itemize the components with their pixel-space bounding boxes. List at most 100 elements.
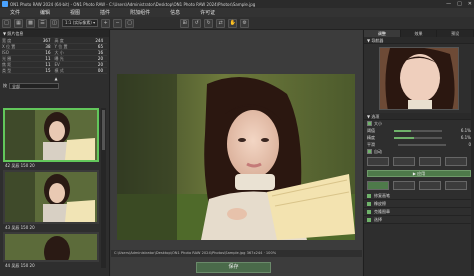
smooth-slider[interactable] xyxy=(397,143,446,146)
maximize-icon[interactable]: □ xyxy=(457,1,462,7)
list-icon[interactable]: ☰ xyxy=(38,18,47,28)
size-row: 大小 xyxy=(364,120,474,127)
size-checkbox[interactable] xyxy=(367,121,372,126)
status-bar: C:\Users\Administrator\Desktop\ON1 Photo… xyxy=(111,250,362,257)
tool-button[interactable] xyxy=(367,181,389,190)
settings-icon[interactable]: ⚙ xyxy=(240,18,250,28)
thumbnail-caption: 42 吴辰 150 20 xyxy=(5,163,35,168)
photo-info-header[interactable]: ▼ 照片信息 xyxy=(0,30,109,37)
slider-label: 平滑 xyxy=(367,141,375,147)
rotate-right-icon[interactable]: ↻ xyxy=(204,18,214,28)
mode-button[interactable] xyxy=(419,157,441,166)
tool-button[interactable] xyxy=(445,181,467,190)
sort-label: 按 xyxy=(3,82,7,88)
sort-select[interactable]: 全部 xyxy=(9,82,59,89)
precision-slider[interactable] xyxy=(393,136,442,139)
thumbnail-caption: 43 吴辰 150 20 xyxy=(5,225,35,230)
collapse-row[interactable]: ▲ xyxy=(0,75,109,82)
crop-icon[interactable]: ⊞ xyxy=(180,18,190,28)
tool-button[interactable] xyxy=(419,181,441,190)
save-icon[interactable]: ▦ xyxy=(14,18,23,28)
tab-effects[interactable]: 效果 xyxy=(400,30,438,37)
grid-icon[interactable]: ▩ xyxy=(26,18,35,28)
thumbnail-list: 42 吴辰 150 20 43 吴辰 150 20 44 吴辰 150 20 xyxy=(3,108,107,276)
slider-fill xyxy=(393,136,415,139)
auto-row: 自动 xyxy=(364,148,474,155)
menu-file[interactable]: 文件 xyxy=(0,9,30,16)
tool-item-icon xyxy=(367,201,371,206)
size-label: 大小 xyxy=(374,120,382,126)
hand-icon[interactable]: ✋ xyxy=(228,18,238,28)
thumbnail-scrollbar[interactable] xyxy=(101,108,106,268)
slider-row: 平滑 0 xyxy=(364,141,474,148)
menu-addons[interactable]: 附加组件 xyxy=(120,9,160,16)
zoom-in-icon[interactable]: + xyxy=(101,18,111,28)
tab-adjust[interactable]: 调整 xyxy=(364,30,401,37)
thumbnail-caption: 44 吴辰 150 20 xyxy=(5,263,35,268)
thumbnail-image xyxy=(5,110,97,160)
slider-fill xyxy=(393,129,411,132)
tool-item-icon xyxy=(367,217,371,222)
toolbar: □ ▦ ▩ ☰ ◫ 1:1 (实际像素) ▾ + − ▢ ⊞ ↺ ↻ ⇄ ✋ ⚙ xyxy=(0,17,474,30)
scrollbar-thumb[interactable] xyxy=(102,110,105,150)
tool-item-icon xyxy=(367,193,371,198)
auto-label: 自动 xyxy=(374,148,382,154)
apply-button[interactable]: ▶ 应用 xyxy=(367,170,471,177)
navigator-header[interactable]: ▼ 导航器 xyxy=(364,37,474,44)
collapse-icon[interactable]: ▲ xyxy=(54,76,57,81)
main-photo-image xyxy=(117,74,355,240)
slider-label: 精度 xyxy=(367,134,375,140)
canvas-area: C:\Users\Administrator\Desktop\ON1 Photo… xyxy=(111,30,362,276)
close-icon[interactable]: ✕ xyxy=(468,1,472,7)
thumbnail[interactable] xyxy=(3,232,99,262)
info-item: 类 型 15 xyxy=(2,68,55,74)
tool-buttons xyxy=(364,179,474,192)
window-title: ON1 Photo RAW 2024 (64-bit) - ON1 Photo … xyxy=(10,1,256,7)
menu-view[interactable]: 视图 xyxy=(60,9,90,16)
slider-value: 6.1% xyxy=(460,128,471,133)
navigator-image xyxy=(380,48,458,109)
fit-icon[interactable]: ▢ xyxy=(125,18,135,28)
menu-plugins[interactable]: 插件 xyxy=(90,9,120,16)
slider-label: 阈值 xyxy=(367,127,375,133)
title-bar: ON1 Photo RAW 2024 (64-bit) - ON1 Photo … xyxy=(0,0,474,8)
options-header[interactable]: ▼ 选项 xyxy=(364,113,474,120)
slider-value: 6.1% xyxy=(460,135,471,140)
mode-buttons xyxy=(364,155,474,168)
menu-bar: 文件 编辑 视图 插件 附加组件 信息 许可证 xyxy=(0,8,474,17)
slider-row: 精度 6.1% xyxy=(364,134,474,141)
info-item: 模 式 00 xyxy=(54,68,107,74)
thumbnail[interactable] xyxy=(3,108,99,162)
rotate-left-icon[interactable]: ↺ xyxy=(192,18,202,28)
right-panel: 调整 效果 预设 ▼ 导航器 ▼ 选项 大小 阈值 6.1% 精度 6.1% 平… xyxy=(363,30,474,276)
navigator-preview[interactable] xyxy=(379,47,459,110)
thumbnail[interactable] xyxy=(3,170,99,224)
minimize-icon[interactable]: — xyxy=(446,1,451,7)
slider-row: 阈值 6.1% xyxy=(364,127,474,134)
tool-item[interactable]: 选择 xyxy=(364,216,474,224)
menu-info[interactable]: 信息 xyxy=(160,9,190,16)
tool-item-icon xyxy=(367,209,371,214)
mode-button[interactable] xyxy=(445,157,467,166)
save-button[interactable]: 保存 xyxy=(196,262,271,273)
thumbnail-image xyxy=(5,172,97,222)
app-logo-icon xyxy=(2,1,8,7)
compare-icon[interactable]: ◫ xyxy=(50,18,59,28)
open-icon[interactable]: □ xyxy=(2,18,11,28)
tool-button[interactable] xyxy=(393,181,415,190)
menu-license[interactable]: 许可证 xyxy=(190,9,225,16)
mode-button[interactable] xyxy=(367,157,389,166)
mode-button[interactable] xyxy=(393,157,415,166)
main-photo[interactable] xyxy=(117,74,355,240)
menu-edit[interactable]: 编辑 xyxy=(30,9,60,16)
zoom-select[interactable]: 1:1 (实际像素) ▾ xyxy=(62,19,99,27)
auto-checkbox[interactable] xyxy=(367,149,372,154)
zoom-out-icon[interactable]: − xyxy=(113,18,123,28)
photo-info-grid: 宽 度 367 高 度 244 X 位 置 38 Y 位 置 65 ISO 16 大 小1… xyxy=(0,37,109,75)
window-controls: — □ ✕ xyxy=(446,1,472,7)
thumbnail-image xyxy=(5,234,97,260)
threshold-slider[interactable] xyxy=(393,129,442,132)
tab-presets[interactable]: 预设 xyxy=(437,30,474,37)
flip-icon[interactable]: ⇄ xyxy=(216,18,226,28)
right-tabs: 调整 效果 预设 xyxy=(364,30,474,37)
